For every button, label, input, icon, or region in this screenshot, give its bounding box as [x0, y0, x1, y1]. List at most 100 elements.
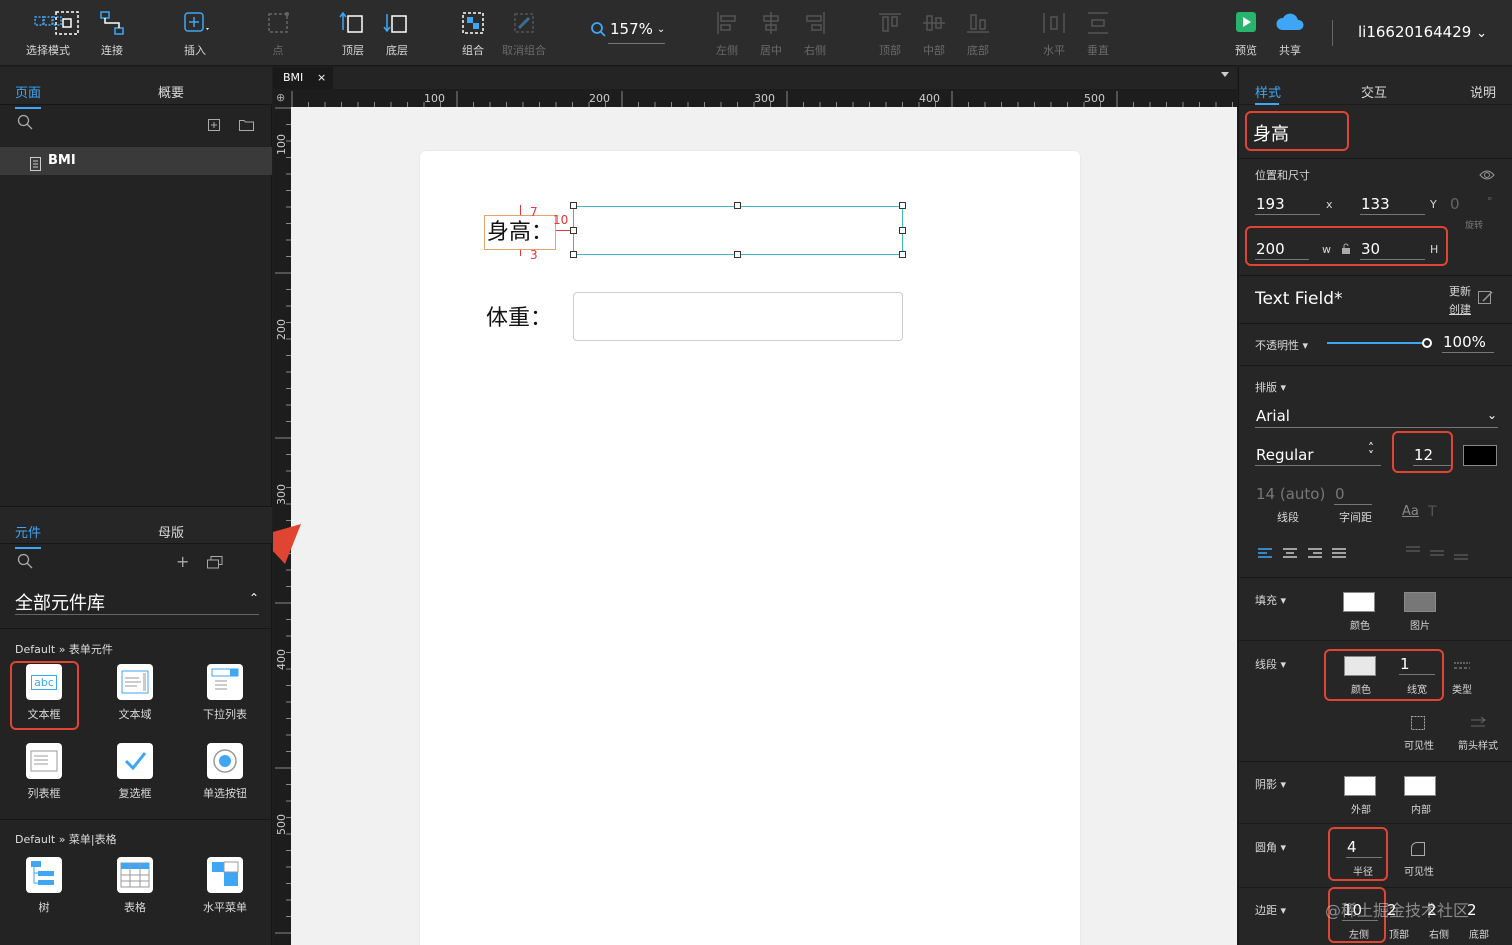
group-label: 组合	[462, 44, 484, 57]
tabs-dropdown-icon[interactable]	[1221, 72, 1229, 77]
zoom-dropdown[interactable]: 157% ⌄	[590, 20, 666, 44]
valign-bottom-icon[interactable]	[1453, 550, 1469, 569]
hruler-label: 400	[919, 92, 940, 105]
resize-handle[interactable]	[570, 251, 577, 258]
resize-handle[interactable]	[899, 227, 906, 234]
style-name[interactable]: Text Field*	[1255, 289, 1343, 309]
line-height-input[interactable]: 14 (auto)	[1256, 485, 1325, 503]
section-position-size	[1239, 158, 1512, 159]
x-input[interactable]: 193	[1256, 195, 1285, 213]
ruler-corner[interactable]: ⊕	[273, 89, 291, 107]
page-canvas[interactable]: 身高： 7 10 3 体重：	[420, 151, 1080, 945]
component-table[interactable]: 表格	[100, 857, 170, 915]
valign-top-icon[interactable]	[1405, 542, 1421, 561]
component-group-menu-label[interactable]: Default » 菜单|表格	[15, 831, 117, 847]
align-bottom-button[interactable]: 底部	[948, 8, 1008, 58]
weight-textfield[interactable]	[573, 292, 903, 341]
resize-handle[interactable]	[570, 202, 577, 209]
align-text-left-icon[interactable]	[1257, 545, 1273, 564]
vruler-label: 200	[275, 319, 288, 340]
tab-style[interactable]: 样式	[1255, 82, 1281, 101]
height-textfield-selected[interactable]	[573, 206, 903, 255]
radius-visibility-label: 可见性	[1404, 867, 1434, 878]
add-library-icon[interactable]: +	[176, 552, 189, 571]
align-text-justify-icon[interactable]	[1331, 545, 1347, 564]
select-contained-button[interactable]	[52, 8, 82, 42]
connect-button[interactable]: 连接	[82, 8, 142, 58]
font-weight-select[interactable]: Regular	[1256, 446, 1314, 464]
library-select[interactable]: 全部元件库 ⌃	[15, 589, 259, 615]
tab-style-underline	[1255, 103, 1279, 105]
fill-image-swatch[interactable]	[1404, 592, 1436, 612]
tab-notes[interactable]: 说明	[1470, 82, 1496, 101]
component-tree[interactable]: 树	[9, 857, 79, 915]
letter-spacing-input[interactable]: 0	[1335, 485, 1345, 503]
tab-outline[interactable]: 概要	[158, 82, 184, 101]
opacity-slider[interactable]	[1327, 338, 1432, 348]
bottom-layer-button[interactable]: 底层	[367, 8, 427, 58]
tab-pages[interactable]: 页面	[15, 82, 42, 109]
label-weight[interactable]: 体重：	[486, 300, 552, 332]
point-button[interactable]: 点	[248, 8, 308, 58]
align-right-button[interactable]: 右侧	[785, 8, 845, 58]
page-item-bmi[interactable]: BMI	[0, 147, 272, 175]
radius-corner-icon[interactable]	[1411, 841, 1425, 860]
add-folder-icon[interactable]	[239, 116, 254, 135]
border-type-icon[interactable]	[1453, 658, 1471, 677]
section-fill	[1239, 577, 1512, 578]
align-text-center-icon[interactable]	[1282, 545, 1298, 564]
border-visibility-icon[interactable]	[1411, 715, 1425, 734]
font-color-swatch[interactable]	[1463, 445, 1497, 466]
resize-handle[interactable]	[899, 202, 906, 209]
rotation-input[interactable]: 0	[1450, 195, 1460, 213]
valign-middle-icon[interactable]	[1429, 546, 1445, 565]
tab-interact[interactable]: 交互	[1361, 82, 1387, 101]
opacity-value[interactable]: 100%	[1443, 333, 1486, 351]
font-family-select[interactable]: Arial	[1256, 407, 1290, 425]
component-hmenu[interactable]: 水平菜单	[190, 857, 260, 915]
arrow-style-icon[interactable]	[1469, 715, 1487, 734]
component-checkbox[interactable]: 复选框	[100, 743, 170, 801]
align-text-right-icon[interactable]	[1307, 545, 1323, 564]
components-search-icon[interactable]	[17, 553, 33, 573]
opacity-slider-knob[interactable]	[1422, 338, 1432, 348]
shadow-outer-label: 外部	[1351, 805, 1371, 816]
user-menu[interactable]: li16620164429 ⌄	[1358, 23, 1487, 41]
ungroup-button[interactable]: 取消组合	[494, 8, 554, 58]
share-button[interactable]: 共享	[1260, 8, 1320, 58]
resize-handle[interactable]	[734, 202, 741, 209]
component-radio[interactable]: 单选按钮	[190, 743, 260, 801]
doc-tab-bmi[interactable]: BMI ×	[273, 67, 333, 89]
insert-button[interactable]: 插入	[165, 8, 225, 58]
tab-components[interactable]: 元件	[15, 522, 42, 549]
pages-search-icon[interactable]	[17, 114, 33, 134]
resize-handle[interactable]	[899, 251, 906, 258]
label-height[interactable]: 身高：	[484, 215, 557, 250]
close-icon[interactable]: ×	[317, 67, 326, 89]
resize-handle[interactable]	[734, 251, 741, 258]
annotation-arrow	[273, 524, 301, 564]
font-select-underline	[1255, 427, 1498, 428]
shadow-inner-label: 内部	[1411, 805, 1431, 816]
component-group-form-label[interactable]: Default » 表单元件	[15, 641, 113, 657]
shadow-outer-swatch[interactable]	[1344, 776, 1376, 796]
canvas-area[interactable]: BMI × ⊕ 100 200 300 400 500 100 200 300 4…	[273, 67, 1237, 945]
component-dropdown[interactable]: 下拉列表	[190, 664, 260, 722]
distribute-v-button[interactable]: 垂直	[1068, 8, 1128, 58]
component-listbox[interactable]: 列表框	[9, 743, 79, 801]
resize-handle[interactable]	[570, 227, 577, 234]
component-textarea[interactable]: 文本域	[100, 664, 170, 722]
style-create-link[interactable]: 创建	[1449, 301, 1471, 317]
y-input[interactable]: 133	[1361, 195, 1390, 213]
library-copy-icon[interactable]	[207, 554, 223, 573]
text-case-icon[interactable]: T	[1428, 504, 1437, 520]
tab-masters[interactable]: 母版	[158, 522, 184, 541]
distribute-h-label: 水平	[1043, 44, 1065, 57]
add-page-icon[interactable]	[208, 116, 220, 135]
text-style-icon[interactable]: Aa	[1402, 504, 1419, 519]
edit-style-icon[interactable]	[1478, 290, 1494, 309]
shadow-inner-swatch[interactable]	[1404, 776, 1436, 796]
visibility-eye-icon[interactable]	[1479, 166, 1495, 185]
style-update-link[interactable]: 更新	[1449, 283, 1471, 299]
fill-color-swatch[interactable]	[1343, 592, 1375, 612]
